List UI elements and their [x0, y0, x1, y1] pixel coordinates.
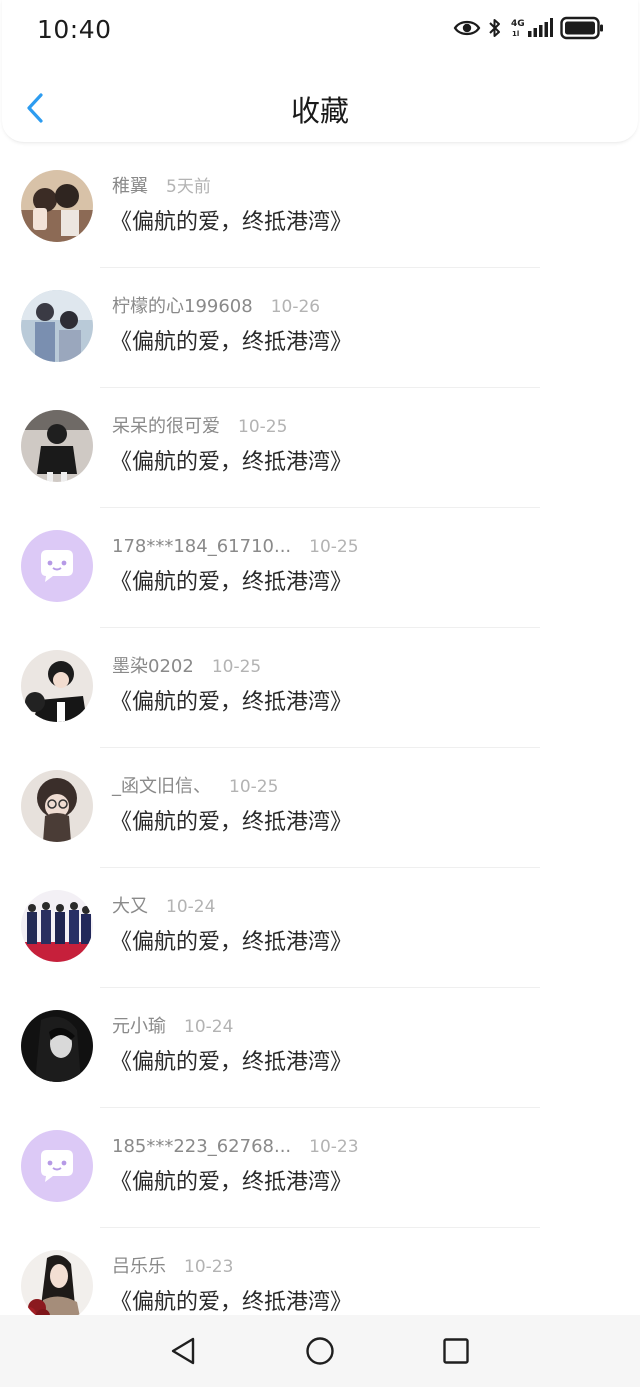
- system-home-button[interactable]: [300, 1333, 340, 1369]
- item-meta: 吕乐乐 10-23: [112, 1255, 233, 1279]
- user-avatar[interactable]: [21, 770, 93, 842]
- list-item[interactable]: 墨染0202 10-25 《偏航的爱，终抵港湾》: [0, 628, 640, 748]
- item-title[interactable]: 《偏航的爱，终抵港湾》: [110, 686, 352, 720]
- item-title[interactable]: 《偏航的爱，终抵港湾》: [110, 1046, 352, 1080]
- item-meta: 呆呆的很可爱 10-25: [112, 415, 287, 439]
- item-username[interactable]: 大又: [112, 896, 148, 917]
- network-type-label: 4G 1l: [511, 18, 527, 42]
- default-avatar[interactable]: [21, 1130, 93, 1202]
- item-title[interactable]: 《偏航的爱，终抵港湾》: [110, 806, 352, 840]
- item-time: 10-25: [229, 777, 279, 797]
- item-title[interactable]: 《偏航的爱，终抵港湾》: [110, 926, 352, 960]
- item-title[interactable]: 《偏航的爱，终抵港湾》: [110, 446, 352, 480]
- system-back-button[interactable]: [163, 1333, 203, 1369]
- triangle-back-icon: [163, 1337, 203, 1373]
- item-meta: 185***223_62768... 10-23: [112, 1135, 359, 1159]
- user-avatar[interactable]: [21, 410, 93, 482]
- item-username[interactable]: 元小瑜: [112, 1016, 166, 1037]
- item-time: 10-23: [309, 1137, 359, 1157]
- user-avatar[interactable]: [21, 170, 93, 242]
- item-time: 5天前: [166, 177, 211, 197]
- status-bar: 10:40 4G 1l: [0, 0, 640, 60]
- network-type-top: 4G: [511, 19, 525, 29]
- item-meta: 元小瑜 10-24: [112, 1015, 233, 1039]
- item-meta: 大又 10-24: [112, 895, 215, 919]
- item-time: 10-25: [211, 657, 262, 677]
- item-title[interactable]: 《偏航的爱，终抵港湾》: [110, 566, 352, 600]
- item-title[interactable]: 《偏航的爱，终抵港湾》: [110, 326, 352, 360]
- list-item[interactable]: 呆呆的很可爱 10-25 《偏航的爱，终抵港湾》: [0, 388, 640, 508]
- item-username[interactable]: 呆呆的很可爱: [112, 416, 220, 437]
- user-avatar[interactable]: [21, 1250, 93, 1322]
- favorites-list: 稚翼5天前 《偏航的爱，终抵港湾》 柠檬的心19960810-26 《偏航的: [0, 148, 640, 1348]
- list-item[interactable]: 稚翼 5天前 《偏航的爱，终抵港湾》: [0, 148, 640, 268]
- item-meta: 稚翼 5天前: [112, 175, 211, 199]
- item-username[interactable]: 稚翼: [112, 176, 148, 197]
- eye-icon: [453, 18, 481, 42]
- list-item[interactable]: 元小瑜 10-24 《偏航的爱，终抵港湾》: [0, 988, 640, 1108]
- item-username[interactable]: 墨染0202: [112, 656, 194, 677]
- list-item[interactable]: 178***184_61710... 10-25 《偏航的爱，终抵港湾》: [0, 508, 640, 628]
- item-time: 10-24: [166, 897, 216, 917]
- user-avatar[interactable]: [21, 650, 93, 722]
- item-username[interactable]: 柠檬的心199608: [112, 296, 253, 317]
- default-avatar[interactable]: [21, 530, 93, 602]
- status-time: 10:40: [37, 15, 112, 44]
- network-type-bottom: 1l: [512, 30, 520, 38]
- item-meta: 柠檬的心199608 10-26: [112, 295, 320, 319]
- user-avatar[interactable]: [21, 290, 93, 362]
- list-item[interactable]: 185***223_62768... 10-23 《偏航的爱，终抵港湾》: [0, 1108, 640, 1228]
- item-time: 10-26: [270, 297, 321, 317]
- item-username[interactable]: 185***223_62768...: [112, 1136, 291, 1157]
- user-avatar[interactable]: [21, 890, 93, 962]
- list-item[interactable]: _函文旧信、 10-25 《偏航的爱，终抵港湾》: [0, 748, 640, 868]
- battery-icon: [560, 16, 604, 44]
- item-time: 10-25: [309, 537, 359, 557]
- item-title[interactable]: 《偏航的爱，终抵港湾》: [110, 206, 352, 240]
- bluetooth-icon: [487, 16, 503, 44]
- item-time: 10-25: [238, 417, 288, 437]
- square-recents-icon: [436, 1338, 476, 1373]
- item-time: 10-24: [184, 1017, 234, 1037]
- page-title: 收藏: [290, 94, 349, 128]
- item-username[interactable]: _函文旧信、: [112, 776, 211, 797]
- system-navigation-bar: [0, 1315, 640, 1387]
- navigation-bar: 收藏: [0, 72, 640, 142]
- signal-icon: [527, 17, 553, 43]
- item-meta: 墨染0202 10-25: [112, 655, 261, 679]
- app-screen: 10:40 4G 1l 收藏 稚翼 5天前 《偏航的爱，终抵港湾》 柠檬的心19…: [0, 0, 640, 1387]
- list-item[interactable]: 柠檬的心199608 10-26 《偏航的爱，终抵港湾》: [0, 268, 640, 388]
- user-avatar[interactable]: [21, 1010, 93, 1082]
- system-recents-button[interactable]: [436, 1333, 476, 1369]
- item-time: 10-23: [184, 1257, 234, 1277]
- item-meta: 178***184_61710... 10-25: [112, 535, 359, 559]
- circle-home-icon: [300, 1337, 340, 1373]
- item-username[interactable]: 吕乐乐: [112, 1256, 166, 1277]
- item-title[interactable]: 《偏航的爱，终抵港湾》: [110, 1166, 352, 1200]
- list-item[interactable]: 大又 10-24 《偏航的爱，终抵港湾》: [0, 868, 640, 988]
- status-icons: 4G 1l: [453, 16, 604, 44]
- item-username[interactable]: 178***184_61710...: [112, 536, 291, 557]
- item-meta: _函文旧信、 10-25: [112, 775, 278, 799]
